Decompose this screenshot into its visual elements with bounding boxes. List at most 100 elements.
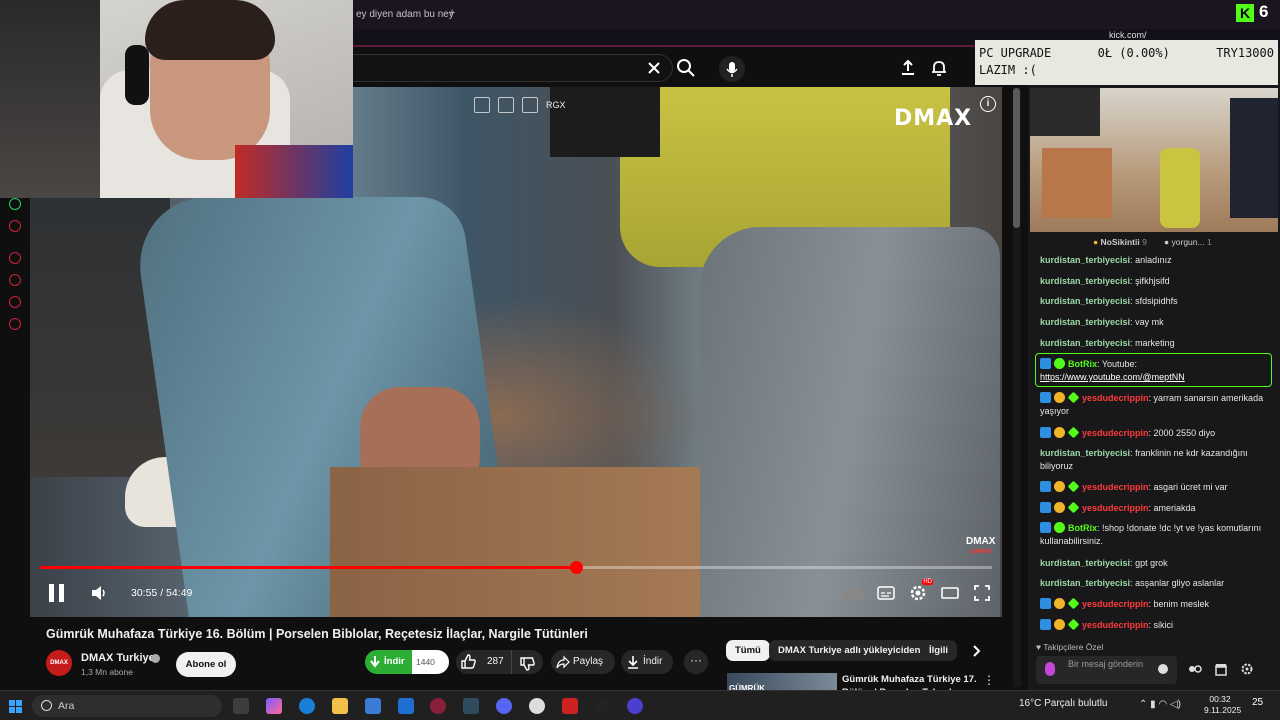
chat-username[interactable]: BotRix <box>1068 523 1097 533</box>
extensions-icon[interactable] <box>9 296 21 308</box>
channel-avatar[interactable]: DMAX <box>46 650 72 676</box>
chevron-right-icon[interactable] <box>968 643 984 659</box>
chip-all[interactable]: Tümü <box>726 640 770 661</box>
chat-username[interactable]: kurdistan_terbiyecisi <box>1040 578 1130 588</box>
taskbar-app-icon-3[interactable] <box>627 698 643 714</box>
chat-text: gpt grok <box>1135 558 1168 568</box>
dislike-button[interactable] <box>511 650 543 674</box>
theater-mode-icon[interactable] <box>940 583 960 603</box>
chat-username[interactable]: yesdudecrippin <box>1082 482 1149 492</box>
chat-text: sikici <box>1153 620 1174 630</box>
chat-message: yesdudecrippin: sikici <box>1040 618 1272 632</box>
taskbar-app-icon[interactable] <box>463 698 479 714</box>
chat-username[interactable]: kurdistan_terbiyecisi <box>1040 296 1130 306</box>
chat-username[interactable]: yesdudecrippin <box>1082 599 1149 609</box>
channel-name[interactable]: DMAX Turkiye <box>81 652 155 664</box>
points-icon[interactable] <box>1188 662 1202 676</box>
clear-search-icon[interactable] <box>644 58 664 78</box>
weather-widget[interactable]: 16°C Parçalı bulutlu <box>1019 698 1108 709</box>
autoplay-toggle[interactable] <box>842 589 864 601</box>
notification-count[interactable]: 25 <box>1252 697 1263 708</box>
store-app-icon[interactable] <box>365 698 381 714</box>
sidebar-app-icon[interactable] <box>9 220 21 232</box>
skip-icon[interactable] <box>522 97 538 113</box>
browser-tab-title[interactable]: ey diyen adam bu ney <box>356 9 454 20</box>
chat-username[interactable]: kurdistan_terbiyecisi <box>1040 317 1130 327</box>
chat-input[interactable]: Bir mesaj gönderin <box>1036 656 1177 684</box>
settings-gear-icon[interactable]: HD <box>908 579 933 603</box>
chip-related[interactable]: İlgili <box>920 640 957 661</box>
notifications-bell-icon[interactable] <box>929 58 949 78</box>
volume-icon[interactable] <box>89 584 109 602</box>
pause-icon[interactable] <box>46 582 68 604</box>
page-scrollbar-thumb[interactable] <box>1013 88 1020 228</box>
badge-icon <box>1040 598 1051 609</box>
top-viewers-bar: ● NoSikintii 9 ● yorgun... 1 <box>1030 234 1278 250</box>
kick-address[interactable]: kick.com/ <box>1109 30 1147 40</box>
chat-username[interactable]: yesdudecrippin <box>1082 393 1149 403</box>
chrome-icon[interactable] <box>529 698 545 714</box>
chat-username[interactable]: kurdistan_terbiyecisi <box>1040 558 1130 568</box>
chat-username[interactable]: yesdudecrippin <box>1082 620 1149 630</box>
copilot-icon[interactable] <box>266 698 282 714</box>
follow-only-label: ♥ Takipçilere Özel <box>1036 642 1104 652</box>
emoji-icon[interactable] <box>1158 664 1168 674</box>
popout-icon[interactable] <box>498 97 514 113</box>
chat-settings-gear-icon[interactable] <box>1240 662 1254 676</box>
gift-badge-icon <box>1067 618 1080 631</box>
chat-text: asgari ücret mi var <box>1153 482 1228 492</box>
stream-preview[interactable] <box>1030 88 1278 232</box>
file-explorer-icon[interactable] <box>332 698 348 714</box>
more-actions-button[interactable]: ··· <box>684 650 708 674</box>
discord-icon[interactable] <box>496 698 512 714</box>
taskbar-search[interactable]: Ara <box>32 695 222 717</box>
fullscreen-icon[interactable] <box>972 583 992 603</box>
chat-username[interactable]: yesdudecrippin <box>1082 428 1149 438</box>
task-view-icon[interactable] <box>233 698 249 714</box>
streamer-webcam <box>0 0 353 198</box>
sub-badge-icon <box>1054 502 1065 513</box>
new-tab-button[interactable]: + <box>446 7 458 19</box>
recommended-more-icon[interactable]: ⋮ <box>983 673 995 691</box>
chip-uploader[interactable]: DMAX Turkiye adlı yükleyiciden <box>769 640 930 661</box>
clock-icon[interactable] <box>9 274 21 286</box>
voice-search-mic-icon[interactable] <box>719 56 745 82</box>
chat-mic-icon[interactable] <box>1045 662 1055 676</box>
chat-username[interactable]: BotRix <box>1068 359 1097 369</box>
chat-text: asşanlar gliyo aslanlar <box>1135 578 1225 588</box>
upload-icon[interactable] <box>898 58 918 78</box>
search-icon[interactable] <box>675 57 697 79</box>
viewer-2[interactable]: ● yorgun... 1 <box>1164 237 1212 247</box>
info-icon[interactable]: i <box>980 96 996 112</box>
opera-gx-icon[interactable] <box>430 698 446 714</box>
pip-icon[interactable] <box>474 97 490 113</box>
store-icon[interactable] <box>1214 662 1228 676</box>
quality-select[interactable]: 1440 <box>412 650 449 674</box>
progress-scrubber-handle[interactable] <box>570 561 584 574</box>
chat-username[interactable]: kurdistan_terbiyecisi <box>1040 338 1130 348</box>
taskbar-clock[interactable]: 00:32 9.11.2025 <box>1204 694 1241 716</box>
history-icon[interactable] <box>9 252 21 264</box>
system-tray[interactable]: ⌃ ▮ ◠ ◁) <box>1139 699 1181 710</box>
settings-icon[interactable] <box>9 318 21 330</box>
kick-counter: 6 <box>1259 2 1269 21</box>
outlook-icon[interactable] <box>398 698 414 714</box>
sub-badge-icon <box>1054 427 1065 438</box>
search-input[interactable] <box>353 54 673 82</box>
overlay-label[interactable]: RGX <box>546 100 566 110</box>
chat-username[interactable]: yesdudecrippin <box>1082 503 1149 513</box>
edge-icon[interactable] <box>299 698 315 714</box>
taskbar-app-icon-2[interactable] <box>562 698 578 714</box>
chat-username[interactable]: kurdistan_terbiyecisi <box>1040 276 1130 286</box>
gift-badge-icon <box>1067 391 1080 404</box>
subtitles-icon[interactable] <box>876 583 896 603</box>
chat-username[interactable]: kurdistan_terbiyecisi <box>1040 255 1130 265</box>
whatsapp-icon[interactable] <box>9 198 21 210</box>
obs-icon[interactable] <box>595 698 611 714</box>
viewer-1[interactable]: ● NoSikintii 9 <box>1093 237 1147 247</box>
subscribe-button[interactable]: Abone ol <box>176 652 236 677</box>
chat-username[interactable]: kurdistan_terbiyecisi <box>1040 448 1130 458</box>
windows-start-icon[interactable] <box>9 700 22 713</box>
chat-text: Youtube: <box>1101 359 1138 369</box>
chat-link[interactable]: https://www.youtube.com/@meptNN <box>1040 372 1185 382</box>
